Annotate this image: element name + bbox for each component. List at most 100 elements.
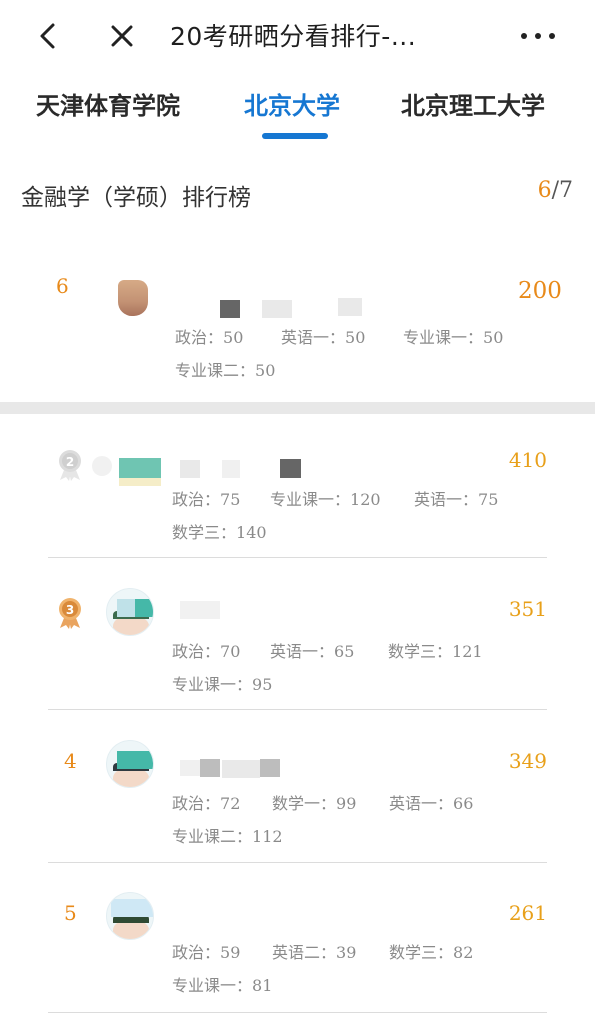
blurred-username [180, 601, 220, 619]
school-tabs: 天津体育学院 北京大学 北京理工大学 [0, 78, 595, 142]
blurred-username [222, 760, 260, 778]
close-icon [111, 25, 133, 47]
page-total: 7 [559, 178, 573, 203]
rank-number: 5 [64, 901, 77, 925]
subject-value: 82 [453, 943, 474, 962]
silver-medal-icon: 2 [59, 450, 81, 481]
tab-peking-university[interactable]: 北京大学 [244, 86, 340, 121]
page-title: 20考研晒分看排行-... [170, 22, 417, 51]
subject-name: 政治： [172, 642, 221, 661]
subject-name: 专业课二： [172, 827, 253, 846]
subject-score: 专业课一：50 [403, 324, 503, 348]
subject-score: 专业课一：95 [172, 671, 272, 695]
subject-name: 英语二： [272, 943, 337, 962]
page-indicator: 6/7 [538, 178, 573, 203]
medal-rank: 2 [66, 455, 74, 469]
avatar [119, 458, 161, 478]
page-current: 6 [537, 178, 552, 203]
subject-score: 专业课一：81 [172, 972, 272, 996]
subject-name: 数学三： [172, 523, 237, 542]
subject-score: 数学一：99 [272, 790, 356, 814]
active-tab-indicator [262, 133, 328, 139]
rank-number: 4 [64, 749, 77, 773]
total-score: 410 [508, 448, 547, 472]
total-score: 261 [508, 901, 547, 925]
subject-score: 政治：70 [172, 638, 240, 662]
subject-value: 50 [345, 328, 366, 347]
subject-name: 数学三： [388, 642, 453, 661]
my-rank-number: 6 [56, 274, 69, 298]
total-score: 200 [518, 278, 562, 304]
more-horizontal-icon [521, 33, 555, 39]
row-divider [48, 862, 547, 863]
blurred-username [220, 300, 240, 318]
subject-value: 95 [252, 675, 273, 694]
subject-score: 政治：72 [172, 790, 240, 814]
avatar [119, 478, 161, 486]
subject-name: 政治： [175, 328, 224, 347]
medal-rank: 3 [66, 603, 74, 617]
subject-score: 英语二：39 [272, 939, 356, 963]
tab-bit[interactable]: 北京理工大学 [401, 86, 545, 121]
subject-value: 75 [220, 490, 241, 509]
subject-name: 专业课一： [270, 490, 351, 509]
tab-tianjin-sport[interactable]: 天津体育学院 [36, 86, 180, 121]
blurred-username [180, 460, 200, 478]
bronze-medal-icon: 3 [59, 598, 81, 629]
subject-value: 70 [220, 642, 241, 661]
subject-score: 政治：75 [172, 486, 240, 510]
subject-value: 39 [336, 943, 357, 962]
subject-value: 99 [336, 794, 357, 813]
avatar [118, 280, 148, 316]
subject-score: 数学三：121 [388, 638, 483, 662]
subject-score: 专业课二：112 [172, 823, 283, 847]
close-button[interactable] [102, 14, 142, 58]
subject-value: 75 [478, 490, 499, 509]
blurred-username [200, 759, 220, 777]
subject-value: 121 [452, 642, 483, 661]
subject-value: 66 [453, 794, 474, 813]
subject-score: 英语一：75 [414, 486, 498, 510]
subject-score: 政治：59 [172, 939, 240, 963]
subject-name: 英语一： [281, 328, 346, 347]
more-button[interactable] [516, 14, 560, 58]
blurred-username [260, 759, 280, 777]
subject-score: 英语一：65 [270, 638, 354, 662]
blurred-username [280, 459, 301, 478]
avatar [106, 892, 154, 940]
subject-value: 81 [252, 976, 273, 995]
subject-value: 50 [223, 328, 244, 347]
section-divider [0, 402, 595, 414]
blurred-username [222, 460, 240, 478]
chevron-left-icon [40, 23, 55, 49]
subject-score: 数学三：140 [172, 519, 267, 543]
subject-name: 英语一： [270, 642, 335, 661]
subject-value: 59 [220, 943, 241, 962]
subject-name: 专业课一： [403, 328, 484, 347]
subject-name: 英语一： [414, 490, 479, 509]
back-button[interactable] [28, 14, 68, 58]
row-divider [48, 557, 547, 558]
row-divider [48, 1012, 547, 1013]
avatar [106, 588, 154, 636]
subject-name: 专业课二： [175, 361, 256, 380]
ranking-title: 金融学（学硕）排行榜 [21, 185, 251, 211]
subject-value: 50 [255, 361, 276, 380]
subject-name: 政治： [172, 490, 221, 509]
subject-name: 数学一： [272, 794, 337, 813]
subject-name: 英语一： [389, 794, 454, 813]
total-score: 349 [508, 749, 547, 773]
subject-value: 50 [483, 328, 504, 347]
subject-score: 英语一：66 [389, 790, 473, 814]
subject-name: 政治： [172, 794, 221, 813]
row-divider [48, 709, 547, 710]
subject-value: 65 [334, 642, 355, 661]
subject-score: 数学三：82 [389, 939, 473, 963]
subject-score: 专业课二：50 [175, 357, 275, 381]
subject-value: 72 [220, 794, 241, 813]
top-nav-bar: 20考研晒分看排行-... [0, 0, 595, 72]
avatar [92, 456, 112, 476]
subject-name: 专业课一： [172, 675, 253, 694]
subject-score: 英语一：50 [281, 324, 365, 348]
subject-name: 专业课一： [172, 976, 253, 995]
